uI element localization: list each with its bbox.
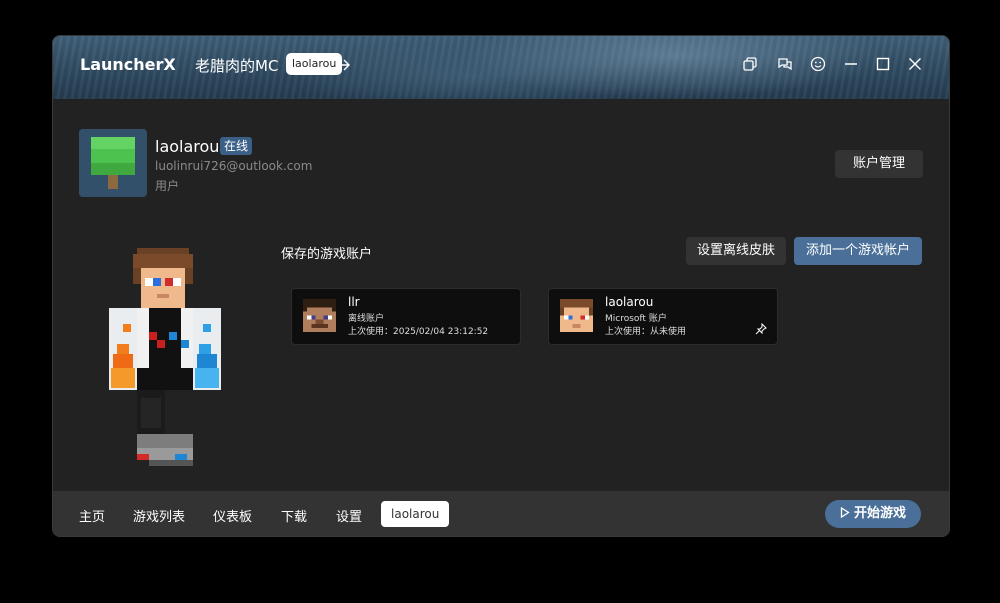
steve-head-icon [303, 299, 336, 332]
account-card[interactable]: llr 离线账户 上次使用：2025/02/04 23:12:52 [291, 288, 521, 345]
title-bar: LauncherX 老腊肉的MC laolarou [53, 36, 949, 99]
chat-icon[interactable] [777, 56, 793, 72]
start-game-button[interactable]: 开始游戏 [825, 500, 921, 528]
account-name: laolarou [155, 137, 220, 156]
window-copy-icon[interactable] [742, 56, 758, 72]
launcher-window: LauncherX 老腊肉的MC laolarou laolarou 在线 lu… [52, 35, 950, 537]
nav-item-download[interactable]: 下载 [281, 506, 307, 525]
saved-accounts-title: 保存的游戏账户 [281, 247, 373, 262]
play-icon [840, 506, 850, 519]
maximize-icon[interactable] [875, 56, 891, 72]
player-skin-preview [109, 248, 221, 472]
account-avatar [79, 129, 147, 197]
account-card-type: Microsoft 账户 [605, 314, 667, 324]
app-title: LauncherX [80, 55, 176, 74]
profile-chip[interactable]: laolarou [286, 53, 343, 75]
emoji-icon[interactable] [810, 56, 826, 72]
account-role: 用户 [155, 179, 180, 193]
account-card[interactable]: laolarou Microsoft 账户 上次使用：从未使用 [548, 288, 778, 345]
nav-item-account[interactable]: laolarou [381, 501, 450, 527]
account-card-name: llr [348, 295, 360, 309]
add-game-account-button[interactable]: 添加一个游戏帐户 [794, 237, 922, 265]
set-offline-skin-button[interactable]: 设置离线皮肤 [686, 237, 786, 265]
profile-name[interactable]: 老腊肉的MC [195, 55, 278, 76]
account-manage-button[interactable]: 账户管理 [835, 150, 923, 178]
arrow-right-icon[interactable] [337, 57, 351, 76]
nav-item-home[interactable]: 主页 [79, 506, 105, 525]
close-icon[interactable] [907, 56, 923, 72]
start-game-label: 开始游戏 [853, 506, 906, 521]
minimize-icon[interactable] [843, 56, 859, 72]
account-card-type: 离线账户 [348, 314, 385, 324]
status-badge: 在线 [220, 137, 253, 155]
pin-icon[interactable] [755, 320, 767, 339]
account-email: luolinrui726@outlook.com [155, 159, 313, 173]
account-card-last-used: 上次使用：2025/02/04 23:12:52 [348, 327, 489, 337]
nav-item-game-list[interactable]: 游戏列表 [133, 506, 185, 525]
account-card-last-used: 上次使用：从未使用 [605, 327, 687, 337]
nav-item-settings[interactable]: 设置 [336, 506, 362, 525]
nav-item-dashboard[interactable]: 仪表板 [213, 506, 252, 525]
account-card-name: laolarou [605, 295, 654, 309]
player-head-icon [560, 299, 593, 332]
bottom-nav-bar: 主页 游戏列表 仪表板 下载 设置 laolarou 开始游戏 [53, 491, 949, 536]
